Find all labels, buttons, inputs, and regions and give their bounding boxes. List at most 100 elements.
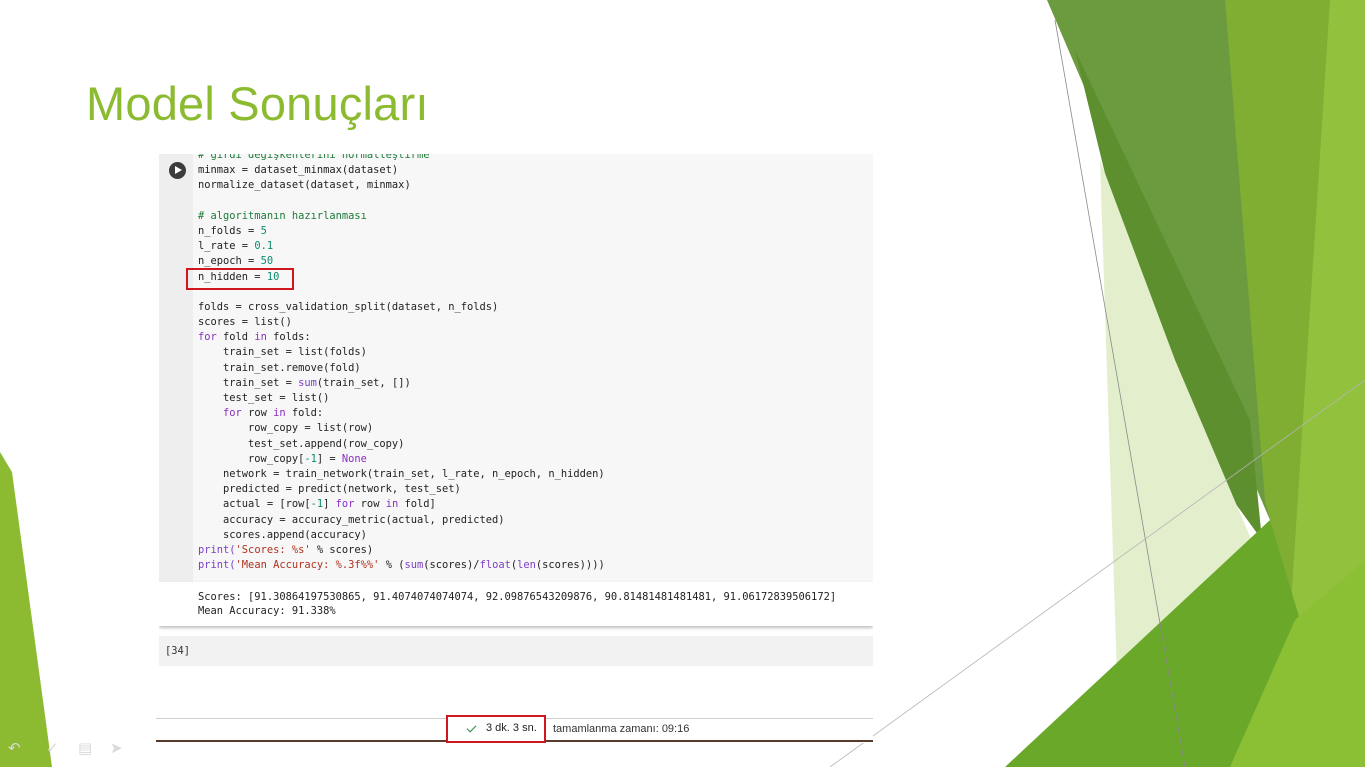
notebook-screenshot: # girdi değişkenlerini normalleştirme min… bbox=[159, 154, 873, 666]
code-token: None bbox=[341, 452, 367, 465]
code-line: train_set.remove(fold) bbox=[198, 361, 605, 376]
code-token: test_set = list() bbox=[198, 392, 330, 404]
code-token: in bbox=[254, 331, 267, 344]
code-token: % ( bbox=[379, 559, 405, 572]
code-token: for bbox=[198, 331, 217, 344]
output-mean-accuracy-line: Mean Accuracy: 91.338% bbox=[198, 605, 336, 617]
code-line: test_set.append(row_copy) bbox=[198, 437, 605, 452]
code-token: predicted = predict(network, test_set) bbox=[198, 483, 461, 496]
code-line: network = train_network(train_set, l_rat… bbox=[198, 467, 605, 482]
code-token: row_copy = list(row) bbox=[198, 422, 374, 435]
code-token: in bbox=[273, 407, 286, 420]
code-line: minmax = dataset_minmax(dataset) bbox=[198, 163, 605, 178]
code-editor[interactable]: # girdi değişkenlerini normalleştirme min… bbox=[198, 154, 605, 573]
code-line: scores = list() bbox=[198, 315, 605, 330]
menu-icon[interactable]: ▤ bbox=[78, 738, 92, 758]
code-token: (scores)))) bbox=[535, 559, 605, 572]
code-token: print( bbox=[198, 559, 236, 572]
bg-facet-left-edge bbox=[0, 452, 52, 767]
code-token: folds: bbox=[266, 331, 311, 344]
code-token: n_folds = bbox=[198, 224, 261, 237]
code-line: l_rate = 0.1 bbox=[198, 239, 605, 254]
output-scores-line: Scores: [91.30864197530865, 91.407407407… bbox=[198, 591, 837, 603]
code-token: # girdi değişkenlerini normalleştirme bbox=[198, 154, 430, 161]
code-token: folds = cross_validation_split(dataset, … bbox=[198, 300, 499, 313]
code-line: n_folds = 5 bbox=[198, 224, 605, 239]
code-line: for row in fold: bbox=[198, 406, 605, 421]
code-token: print( bbox=[198, 543, 236, 556]
code-token: -1 bbox=[304, 452, 317, 465]
code-token: normalize_dataset(dataset, minmax) bbox=[198, 179, 411, 192]
code-line: actual = [row[-1] for row in fold] bbox=[198, 497, 605, 512]
code-line: print('Mean Accuracy: %.3f%%' % (sum(sco… bbox=[198, 558, 605, 573]
code-token: test_set.append(row_copy) bbox=[198, 437, 405, 450]
code-line: train_set = list(folds) bbox=[198, 345, 605, 360]
code-token: (scores)/ bbox=[423, 559, 480, 572]
code-line: row_copy = list(row) bbox=[198, 421, 605, 436]
code-token: network = train_network(train_set, l_rat… bbox=[198, 467, 605, 480]
code-token: (train_set, []) bbox=[316, 376, 411, 389]
code-token: ] bbox=[323, 498, 336, 511]
code-token: row bbox=[241, 407, 274, 420]
code-line: print('Scores: %s' % scores) bbox=[198, 543, 605, 558]
code-token: fold] bbox=[398, 498, 436, 511]
code-token: ] = bbox=[316, 452, 342, 465]
code-token: l_rate = bbox=[198, 240, 255, 253]
code-line: for fold in folds: bbox=[198, 330, 605, 345]
n-hidden-highlight-box bbox=[186, 268, 294, 290]
execution-duration: 3 dk. 3 sn. bbox=[486, 722, 537, 734]
code-line: predicted = predict(network, test_set) bbox=[198, 482, 605, 497]
code-token: -1 bbox=[310, 498, 324, 511]
code-line: accuracy = accuracy_metric(actual, predi… bbox=[198, 513, 605, 528]
execution-count-label: [34] bbox=[165, 645, 191, 657]
code-token: row bbox=[354, 498, 386, 511]
code-token: train_set = bbox=[198, 376, 299, 389]
code-token: sum bbox=[404, 559, 424, 572]
code-token: 0.1 bbox=[254, 240, 274, 253]
forward-arrow-icon[interactable]: ➤ bbox=[110, 738, 123, 758]
code-line: row_copy[-1] = None bbox=[198, 452, 605, 467]
code-token: row_copy[ bbox=[198, 452, 305, 465]
cell-output: Scores: [91.30864197530865, 91.407407407… bbox=[159, 582, 873, 626]
output-text: Scores: [91.30864197530865, 91.407407407… bbox=[198, 590, 836, 618]
code-line: train_set = sum(train_set, []) bbox=[198, 376, 605, 391]
code-token: sum bbox=[298, 376, 317, 389]
code-token: # algoritmanın hazırlanması bbox=[198, 209, 367, 222]
run-cell-button[interactable] bbox=[169, 162, 186, 179]
code-token: scores = list() bbox=[198, 316, 292, 329]
code-token: n_epoch = bbox=[198, 255, 261, 268]
next-cell-execution-count: [34] bbox=[159, 636, 873, 666]
pen-icon[interactable]: ✓ bbox=[46, 738, 59, 758]
cell-gutter bbox=[159, 154, 193, 582]
code-token: 50 bbox=[260, 255, 274, 268]
code-token: minmax = dataset_minmax(dataset) bbox=[198, 164, 399, 177]
code-token: % scores) bbox=[310, 543, 374, 556]
code-token: float bbox=[479, 559, 511, 572]
code-token: fold: bbox=[285, 407, 324, 420]
code-token: actual = [row[ bbox=[198, 498, 311, 511]
check-icon bbox=[466, 722, 477, 733]
completion-time: tamamlanma zamanı: 09:16 bbox=[553, 723, 690, 735]
code-line: # algoritmanın hazırlanması bbox=[198, 209, 605, 224]
code-token: 'Scores: %s' bbox=[235, 543, 311, 556]
code-token: scores.append(accuracy) bbox=[198, 528, 367, 541]
code-token: train_set = list(folds) bbox=[198, 346, 367, 359]
execution-duration-highlight: 3 dk. 3 sn. bbox=[446, 715, 546, 743]
code-token: accuracy = accuracy_metric(actual, predi… bbox=[198, 513, 505, 526]
code-token: in bbox=[385, 498, 399, 511]
back-arrow-icon[interactable]: ↶ bbox=[8, 738, 21, 758]
code-line: scores.append(accuracy) bbox=[198, 528, 605, 543]
code-token: for bbox=[335, 498, 355, 511]
code-token: fold bbox=[216, 331, 255, 344]
code-token: len bbox=[517, 559, 536, 572]
code-cell[interactable]: # girdi değişkenlerini normalleştirme min… bbox=[159, 154, 873, 582]
slide-title: Model Sonuçları bbox=[86, 77, 429, 130]
code-line: # girdi değişkenlerini normalleştirme bbox=[198, 154, 605, 163]
code-line: normalize_dataset(dataset, minmax) bbox=[198, 178, 605, 193]
code-token: train_set.remove(fold) bbox=[198, 361, 361, 374]
code-line: folds = cross_validation_split(dataset, … bbox=[198, 300, 605, 315]
code-token: for bbox=[223, 407, 242, 420]
code-token: 'Mean Accuracy: %.3f%%' bbox=[235, 559, 380, 572]
